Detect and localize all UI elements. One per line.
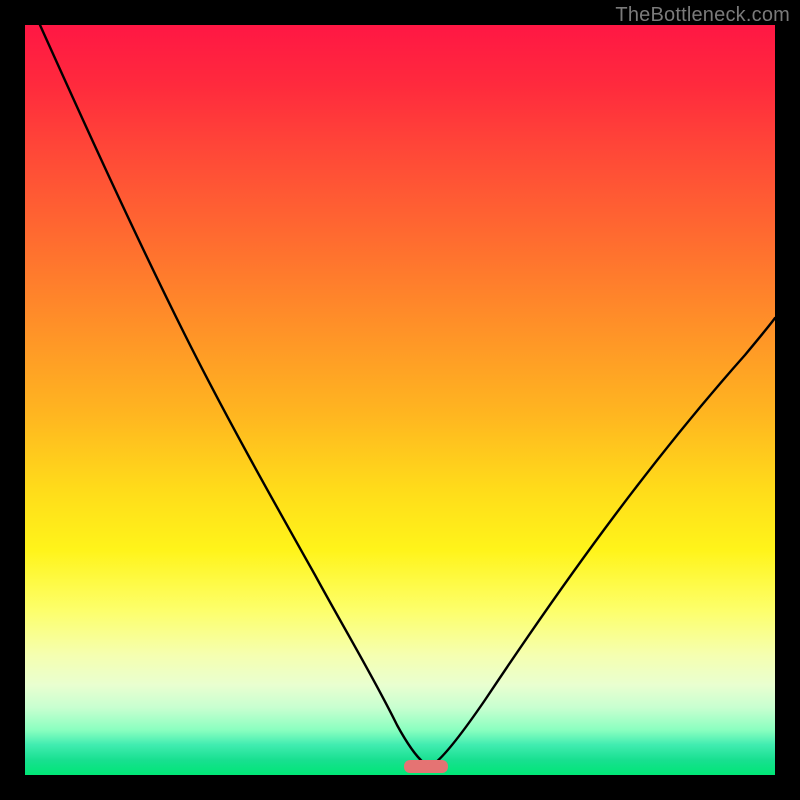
curve-right-branch — [435, 318, 775, 763]
chart-frame: TheBottleneck.com — [0, 0, 800, 800]
bottleneck-curve — [25, 25, 775, 775]
optimum-marker — [404, 760, 448, 773]
curve-left-branch — [40, 25, 424, 763]
gradient-plot-area — [25, 25, 775, 775]
watermark-text: TheBottleneck.com — [615, 4, 790, 27]
